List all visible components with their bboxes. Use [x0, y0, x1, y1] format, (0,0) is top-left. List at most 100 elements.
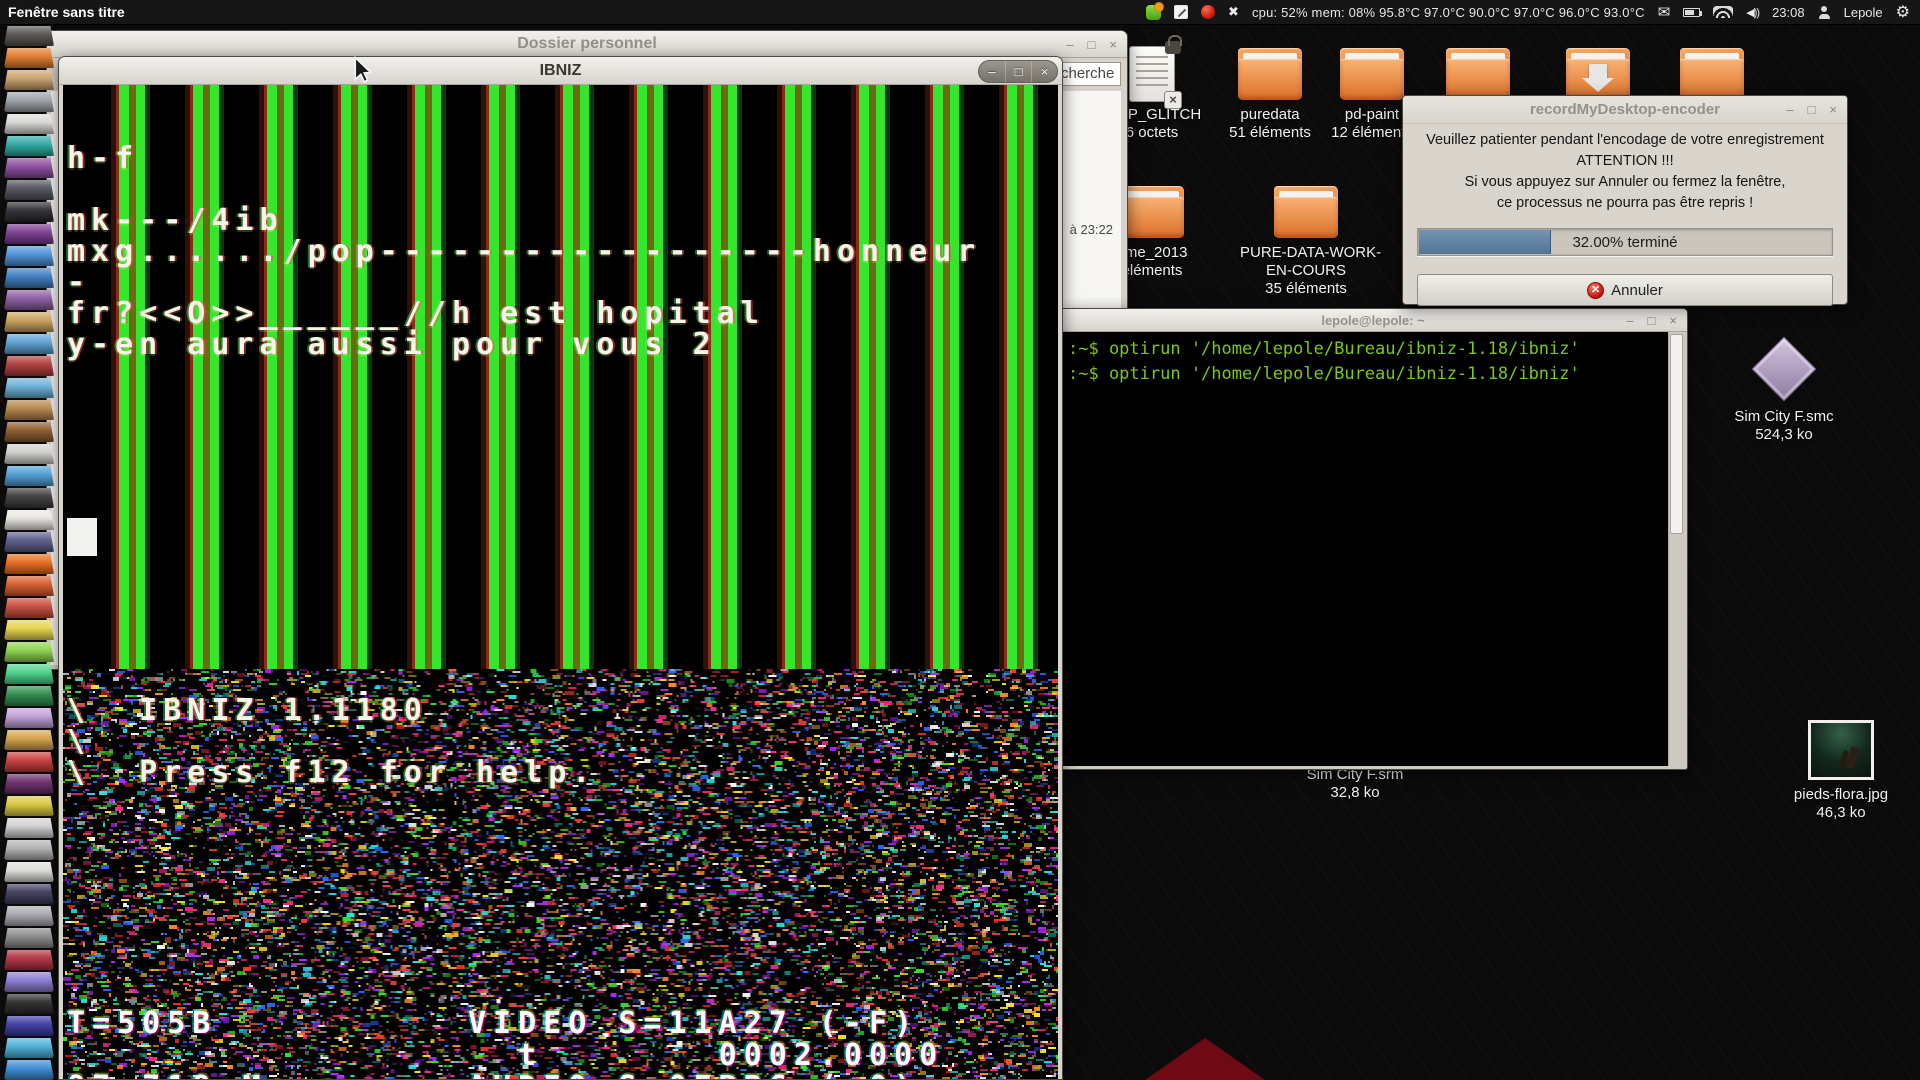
- dock-icon[interactable]: [4, 774, 54, 794]
- maximize-button[interactable]: □: [1088, 37, 1096, 52]
- dock-icon[interactable]: [4, 862, 54, 882]
- dock-icon[interactable]: [4, 840, 54, 860]
- record-icon[interactable]: [1201, 5, 1216, 19]
- terminal-output[interactable]: :~$ optirun '/home/lepole/Bureau/ibniz-1…: [1062, 332, 1668, 766]
- dock-icon[interactable]: [4, 906, 54, 926]
- file-manager-titlebar[interactable]: Dossier personnel – □ ×: [47, 31, 1127, 58]
- dock-icon[interactable]: [4, 488, 54, 508]
- dock-icon[interactable]: [4, 180, 54, 200]
- dock-icon[interactable]: [4, 752, 54, 772]
- minimize-button[interactable]: –: [1626, 313, 1633, 328]
- dock-icon[interactable]: [4, 246, 54, 266]
- minimize-button[interactable]: –: [979, 61, 1005, 82]
- dock-icon[interactable]: [4, 598, 54, 618]
- cancel-button[interactable]: ✕ Annuler: [1417, 274, 1833, 306]
- maximize-button[interactable]: □: [1005, 61, 1031, 82]
- close-button[interactable]: ×: [1829, 102, 1837, 117]
- dock-icon[interactable]: [4, 444, 54, 464]
- dock-icon[interactable]: [4, 466, 54, 486]
- dock-icon[interactable]: [4, 994, 54, 1014]
- dock-icon[interactable]: [4, 224, 54, 244]
- dock-icon[interactable]: [4, 950, 54, 970]
- system-monitor-text[interactable]: cpu: 52% mem: 08% 95.8°C 97.0°C 90.0°C 9…: [1252, 5, 1645, 20]
- battery-icon[interactable]: [1683, 7, 1703, 17]
- dock-icon[interactable]: [4, 818, 54, 838]
- desktop-icon-puredata[interactable]: puredata 51 éléments: [1215, 48, 1325, 142]
- dock-icon[interactable]: [4, 796, 54, 816]
- close-button[interactable]: ×: [1031, 61, 1057, 82]
- dock-icon[interactable]: [4, 928, 54, 948]
- dock-icon[interactable]: [4, 972, 54, 992]
- dock-icon[interactable]: [4, 1016, 54, 1036]
- dock-icon[interactable]: [4, 48, 54, 68]
- dock-icon[interactable]: [4, 290, 54, 310]
- dock-icon[interactable]: [4, 642, 54, 662]
- dock-icon[interactable]: [4, 730, 54, 750]
- icon-label: PURE-DATA-WORK-: [1240, 244, 1382, 261]
- maximize-button[interactable]: □: [1648, 313, 1656, 328]
- dock-icon[interactable]: [4, 554, 54, 574]
- minimize-button[interactable]: –: [1066, 37, 1073, 52]
- dock-icon[interactable]: [4, 576, 54, 596]
- dock-icon[interactable]: [4, 312, 54, 332]
- dock-icon[interactable]: [4, 334, 54, 354]
- dock-icon[interactable]: [4, 884, 54, 904]
- ibniz-banner-text: \ IBNIZ 1.1180 \ \ Press f12 for help.: [67, 638, 596, 788]
- dock-icon[interactable]: [4, 532, 54, 552]
- dock-icon[interactable]: [4, 26, 54, 46]
- encoder-body: Veuillez patienter pendant l'encodage de…: [1403, 124, 1847, 306]
- notes-icon[interactable]: [1174, 5, 1189, 19]
- gear-icon[interactable]: ⚙: [1896, 2, 1910, 22]
- ibniz-titlebar[interactable]: IBNIZ – □ ×: [59, 57, 1062, 85]
- dock-icon[interactable]: [4, 202, 54, 222]
- ibniz-window: IBNIZ – □ × h-f mk---/4ib mxg....../pop---…: [58, 56, 1063, 1080]
- dock-icon[interactable]: [4, 92, 54, 112]
- dock-icon[interactable]: [4, 378, 54, 398]
- dock-icon[interactable]: [4, 664, 54, 684]
- volume-icon[interactable]: ◀)): [1746, 6, 1760, 19]
- ibniz-canvas[interactable]: h-f mk---/4ib mxg....../pop---------------…: [63, 85, 1058, 1079]
- dock-icon[interactable]: [4, 268, 54, 288]
- dock-icon[interactable]: [4, 356, 54, 376]
- user-name[interactable]: Lepole: [1844, 5, 1883, 20]
- dock-icon[interactable]: [4, 70, 54, 90]
- document-icon: ×: [1129, 35, 1182, 109]
- window-title: Dossier personnel: [517, 35, 657, 52]
- ibniz-status-text: T=505B VIDEO S=11A27 (-F) t 0002.000087.…: [67, 951, 944, 1080]
- dock-icon[interactable]: [4, 114, 54, 134]
- desktop-icon-pure-data-work[interactable]: PURE-DATA-WORK- EN-COURS 35 éléments: [1240, 186, 1382, 298]
- dock-icon[interactable]: [4, 620, 54, 640]
- folder-icon: [1120, 186, 1184, 238]
- desktop-icon-sim-city-srm[interactable]: Sim City F.srm 32,8 ko: [1300, 766, 1410, 802]
- dock-icon[interactable]: [4, 400, 54, 420]
- dock-icon[interactable]: [4, 708, 54, 728]
- dock-icon[interactable]: [4, 1038, 54, 1058]
- desktop-icon-sim-city-smc[interactable]: Sim City F.smc 524,3 ko: [1718, 336, 1850, 444]
- maximize-button[interactable]: □: [1808, 102, 1816, 117]
- messenger-icon[interactable]: [1146, 1, 1165, 20]
- photo-thumbnail: [1808, 720, 1874, 780]
- dock-icon[interactable]: [4, 136, 54, 156]
- close-button[interactable]: ×: [1669, 313, 1677, 328]
- folder-icon: [1446, 48, 1510, 100]
- wallpaper-diamond: [1145, 1038, 1265, 1080]
- scrollbar-thumb[interactable]: [1670, 334, 1683, 534]
- clock[interactable]: 23:08: [1772, 5, 1805, 20]
- scrollbar[interactable]: [1668, 332, 1684, 766]
- encoder-titlebar[interactable]: recordMyDesktop-encoder – □ ×: [1403, 96, 1847, 124]
- dock-icon[interactable]: [4, 422, 54, 442]
- mail-icon[interactable]: ✉: [1658, 3, 1671, 21]
- dock-icon[interactable]: [4, 1060, 54, 1080]
- dock-icon[interactable]: [4, 510, 54, 530]
- wifi-icon[interactable]: [1713, 6, 1734, 18]
- dock-icon[interactable]: [4, 158, 54, 178]
- close-button[interactable]: ×: [1109, 37, 1117, 52]
- search-input[interactable]: cherche: [1055, 62, 1121, 86]
- user-icon[interactable]: [1818, 5, 1831, 19]
- dock-icon[interactable]: [4, 686, 54, 706]
- cross-icon[interactable]: ✖: [1228, 4, 1239, 20]
- window-controls: – □ ×: [1786, 96, 1837, 123]
- minimize-button[interactable]: –: [1786, 102, 1793, 117]
- desktop-icon-pieds-flora[interactable]: pieds-flora.jpg 46,3 ko: [1776, 720, 1906, 822]
- terminal-titlebar[interactable]: lepole@lepole: ~ – □ ×: [1059, 309, 1687, 332]
